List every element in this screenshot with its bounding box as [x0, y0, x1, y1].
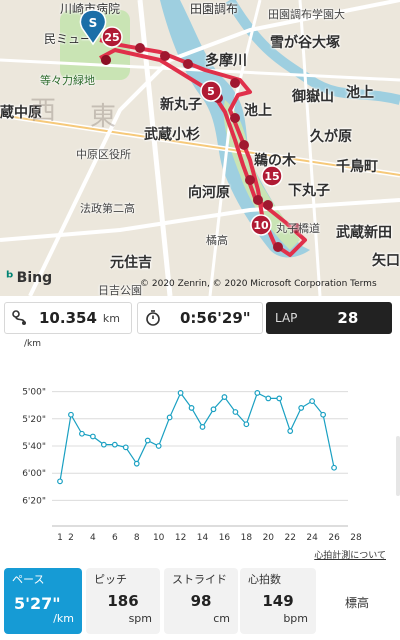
- stride-label: ストライド: [172, 573, 227, 586]
- pace-data-point: [331, 464, 337, 471]
- pace-data-point: [89, 433, 96, 440]
- pace-data-point: [68, 411, 74, 418]
- pace-data-point: [122, 444, 129, 451]
- heart-rate-info-link[interactable]: 心拍計測について: [314, 548, 386, 561]
- altitude-tab[interactable]: 標高: [318, 568, 396, 634]
- pace-data-point: [254, 390, 261, 396]
- distance-unit: km: [102, 311, 120, 325]
- km-10-label: 10: [253, 219, 269, 232]
- x-tick-label: 16: [219, 533, 231, 543]
- pace-data-point: [232, 409, 239, 415]
- stride-tab[interactable]: ストライド 98 cm: [164, 568, 238, 634]
- activity-detail-screen: 川崎市病院 民ミュー 等々力緑地 蔵中原 西 東 多摩川 新丸子 武蔵小杉 中原…: [0, 0, 400, 640]
- heart-rate-value: 149: [262, 592, 294, 610]
- pace-data-point: [133, 460, 140, 467]
- x-tick-label: 1: [57, 533, 63, 543]
- pace-data-point: [265, 395, 272, 402]
- altitude-label: 標高: [344, 596, 369, 610]
- km-25-label: 25: [104, 31, 119, 44]
- x-tick-label: 26: [328, 533, 340, 543]
- pace-data-point: [177, 390, 184, 396]
- lap-stat[interactable]: LAP 28: [266, 302, 392, 334]
- lap-label: LAP: [275, 311, 298, 325]
- x-tick-label: 28: [350, 533, 362, 543]
- y-axis-unit-label: /km: [24, 339, 41, 349]
- pace-data-point: [57, 478, 63, 485]
- pitch-value: 186: [107, 592, 139, 610]
- time-stat: 0:56'29": [137, 302, 263, 334]
- x-tick-label: 24: [306, 533, 318, 543]
- km-10-marker[interactable]: 10: [250, 214, 272, 236]
- bing-b-icon: ᵇ: [6, 268, 14, 287]
- pace-label: ペース: [12, 573, 45, 586]
- stride-unit: cm: [213, 612, 230, 625]
- x-tick-label: 12: [175, 533, 186, 543]
- heart-rate-label: 心拍数: [248, 573, 281, 586]
- heart-rate-tab[interactable]: 心拍数 149 bpm: [240, 568, 316, 634]
- pace-series-line: [59, 391, 335, 482]
- distance-stat: 10.354 km: [4, 302, 132, 334]
- x-tick-label: 20: [263, 533, 275, 543]
- stride-value: 98: [190, 592, 212, 610]
- km-15-marker[interactable]: 15: [261, 165, 283, 187]
- route-distance-icon: [12, 310, 26, 325]
- x-tick-label: 4: [90, 533, 96, 543]
- stopwatch-icon: [146, 310, 160, 326]
- x-tick-label: 22: [284, 533, 295, 543]
- bing-logo-text: Bing: [16, 269, 53, 286]
- map-copyright: © 2020 Zenrin, © 2020 Microsoft Corporat…: [140, 279, 377, 289]
- pace-value: 5'27": [14, 594, 61, 613]
- pace-data-point: [309, 398, 316, 405]
- y-tick-label: 6'20": [22, 496, 46, 506]
- pitch-tab[interactable]: ピッチ 186 spm: [86, 568, 160, 634]
- pace-data-point: [320, 411, 327, 418]
- pitch-label: ピッチ: [94, 573, 127, 586]
- pace-data-point: [243, 421, 250, 428]
- bing-logo: ᵇ Bing: [6, 268, 52, 287]
- x-tick-label: 6: [112, 533, 118, 543]
- heart-rate-unit: bpm: [283, 612, 308, 625]
- pace-unit: /km: [53, 612, 74, 625]
- distance-value: 10.354: [39, 309, 97, 327]
- pace-data-point: [155, 443, 162, 449]
- pace-data-point: [111, 441, 118, 448]
- x-tick-label: 18: [241, 533, 253, 543]
- km-5-marker[interactable]: 5: [200, 80, 222, 102]
- pace-data-point: [276, 395, 283, 402]
- pace-data-point: [79, 430, 85, 437]
- pace-data-point: [199, 424, 206, 430]
- pace-data-point: [287, 428, 294, 434]
- route-markers: S 25 5 15 10: [79, 9, 283, 236]
- summary-stats-bar: 10.354 km 0:56'29" LAP 28: [0, 302, 400, 334]
- pace-tab[interactable]: ペース 5'27" /km: [4, 568, 82, 634]
- time-value: 0:56'29": [180, 309, 251, 327]
- y-tick-label: 5'20": [22, 415, 46, 425]
- x-tick-label: 2: [68, 533, 74, 543]
- end-marker[interactable]: [101, 55, 111, 65]
- start-marker-label: S: [89, 16, 98, 30]
- metric-tabs: ペース 5'27" /km ピッチ 186 spm ストライド 98 cm 心拍…: [0, 568, 400, 638]
- x-tick-label: 8: [134, 533, 140, 543]
- lap-pace-chart[interactable]: /km 5'00" 5'20" 5'40" 6'00" 6'20" 1 2 4 6 8 10 12 14 1…: [0, 336, 400, 568]
- pace-data-point: [100, 441, 107, 448]
- pace-data-point: [144, 437, 151, 444]
- route-map[interactable]: 川崎市病院 民ミュー 等々力緑地 蔵中原 西 東 多摩川 新丸子 武蔵小杉 中原…: [0, 0, 400, 296]
- pace-data-point: [166, 414, 173, 421]
- y-tick-label: 6'00": [22, 469, 46, 479]
- pace-chart-canvas: /km5'00"5'20"5'40"6'00"6'20"1 2 4 6 8 10 12 14 1…: [22, 339, 362, 543]
- pace-data-point: [210, 406, 217, 413]
- y-tick-label: 5'00": [22, 388, 46, 398]
- pace-data-point: [221, 394, 228, 400]
- x-tick-label: 14: [197, 533, 209, 543]
- lap-value: 28: [337, 309, 359, 327]
- scrollbar[interactable]: [396, 436, 400, 496]
- y-tick-label: 5'40": [22, 442, 46, 452]
- km-25-marker[interactable]: 25: [101, 26, 123, 48]
- x-tick-label: 10: [153, 533, 165, 543]
- pitch-unit: spm: [128, 612, 152, 625]
- km-5-label: 5: [207, 85, 215, 98]
- pace-data-point: [298, 405, 305, 411]
- pace-data-point: [188, 405, 195, 411]
- km-15-label: 15: [264, 170, 279, 183]
